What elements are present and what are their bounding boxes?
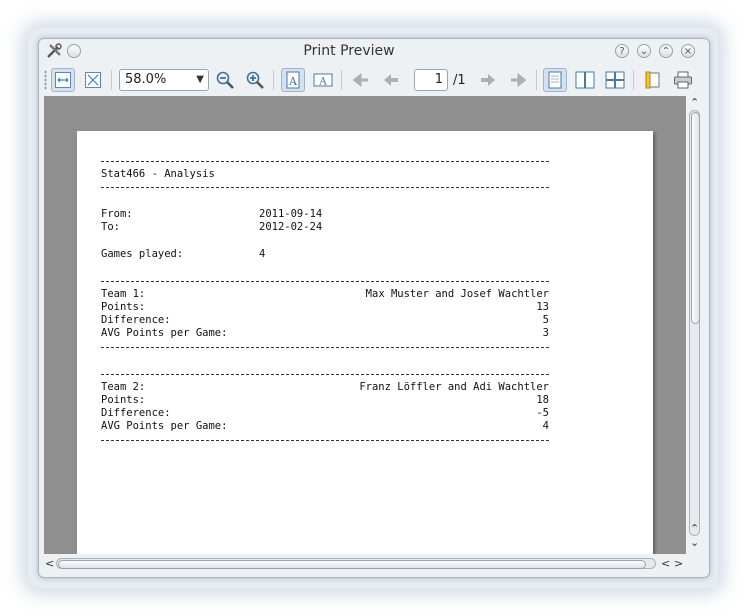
- team1-names: Max Muster and Josef Wachtler: [365, 288, 549, 300]
- team2-points-label: Points:: [101, 394, 146, 406]
- last-page-icon: [511, 72, 527, 88]
- scroll-up-icon[interactable]: ⌃: [690, 97, 699, 109]
- horizontal-scrollbar[interactable]: < < >: [44, 555, 704, 573]
- svg-text:A: A: [318, 77, 327, 88]
- team1-label: Team 1:: [101, 288, 146, 300]
- scroll-up-icon[interactable]: ⌃: [690, 523, 699, 535]
- previous-page-icon: [384, 74, 398, 86]
- toolbar-grip[interactable]: [44, 70, 47, 90]
- team2-label: Team 2:: [101, 381, 146, 393]
- team2-difference-label: Difference:: [101, 407, 171, 419]
- zoom-value: 58.0%: [125, 72, 167, 87]
- last-page-button[interactable]: [506, 68, 530, 92]
- fit-page-icon: [85, 72, 101, 88]
- toolbar-separator: [341, 70, 342, 90]
- team1-points-label: Points:: [101, 301, 146, 313]
- fit-width-button[interactable]: [51, 68, 75, 92]
- games-played-label: Games played:: [101, 248, 184, 260]
- vertical-scrollbar[interactable]: ⌃ ⌃ ⌄: [686, 96, 704, 554]
- overview-icon: [605, 71, 625, 89]
- team1-difference: 5: [542, 314, 549, 326]
- scroll-left-icon[interactable]: <: [661, 558, 670, 570]
- page-total: /1: [453, 73, 466, 88]
- preview-area[interactable]: Stat466 - Analysis From: 2011-09-14 To: …: [44, 96, 686, 554]
- zoom-out-icon: [216, 71, 234, 89]
- team2-difference: -5: [536, 407, 549, 419]
- divider: [101, 187, 549, 188]
- portrait-icon: A: [286, 71, 300, 89]
- window-title: Print Preview: [303, 43, 395, 59]
- report-title: Stat466 - Analysis: [101, 168, 215, 180]
- zoom-in-icon: [246, 71, 264, 89]
- report-page: Stat466 - Analysis From: 2011-09-14 To: …: [77, 131, 653, 554]
- team2-avg: 4: [542, 420, 549, 432]
- next-page-button[interactable]: [476, 68, 500, 92]
- zoom-select[interactable]: 58.0% ▼: [119, 69, 209, 91]
- from-label: From:: [101, 208, 133, 220]
- close-button[interactable]: ×: [681, 44, 695, 58]
- current-page-field[interactable]: 1: [414, 69, 448, 91]
- first-page-button[interactable]: [349, 68, 373, 92]
- title-bar[interactable]: Print Preview ? ⌄ ⌃ ×: [39, 39, 709, 65]
- team1-points: 13: [536, 301, 549, 313]
- print-icon: [674, 71, 692, 89]
- from-value: 2011-09-14: [259, 208, 323, 220]
- fit-width-icon: [55, 72, 71, 88]
- team1-avg-label: AVG Points per Game:: [101, 327, 228, 339]
- team2-points: 18: [536, 394, 549, 406]
- next-page-icon: [481, 74, 495, 86]
- svg-text:A: A: [288, 75, 298, 88]
- team2-avg-label: AVG Points per Game:: [101, 420, 228, 432]
- toolbar-separator: [273, 70, 274, 90]
- horizontal-scroll-handle[interactable]: [58, 560, 646, 569]
- single-page-icon: [548, 71, 562, 89]
- zoom-out-button[interactable]: [213, 68, 237, 92]
- divider: [101, 281, 549, 282]
- single-page-button[interactable]: [543, 68, 567, 92]
- scroll-down-icon[interactable]: ⌄: [690, 537, 699, 549]
- divider: [101, 440, 549, 441]
- team1-difference-label: Difference:: [101, 314, 171, 326]
- scroll-left-icon[interactable]: <: [45, 558, 54, 570]
- chevron-down-icon: ▼: [196, 74, 204, 85]
- page-setup-icon: [645, 71, 660, 89]
- page-setup-button[interactable]: [641, 68, 665, 92]
- portrait-button[interactable]: A: [281, 68, 305, 92]
- help-button[interactable]: ?: [615, 44, 629, 58]
- print-button[interactable]: [671, 68, 695, 92]
- toolbar-separator: [633, 70, 634, 90]
- scroll-right-icon[interactable]: >: [674, 558, 683, 570]
- team1-avg: 3: [542, 327, 549, 339]
- vertical-scroll-handle[interactable]: [691, 112, 700, 324]
- first-page-icon: [352, 72, 368, 88]
- overview-button[interactable]: [603, 68, 627, 92]
- minimize-button[interactable]: ⌄: [637, 44, 651, 58]
- toolbar: 58.0% ▼ A A 1 /1: [39, 65, 709, 95]
- zoom-in-button[interactable]: [243, 68, 267, 92]
- team2-names: Franz Löffler and Adi Wachtler: [359, 381, 549, 393]
- maximize-button[interactable]: ⌃: [659, 44, 673, 58]
- divider: [101, 161, 549, 162]
- landscape-button[interactable]: A: [311, 68, 335, 92]
- toolbar-separator: [111, 70, 112, 90]
- fit-page-button[interactable]: [81, 68, 105, 92]
- horizontal-scroll-groove[interactable]: [56, 558, 656, 569]
- divider: [101, 347, 549, 348]
- divider: [101, 374, 549, 375]
- print-preview-window: Print Preview ? ⌄ ⌃ × 58.0% ▼ A A 1 /1 S…: [38, 38, 710, 578]
- vertical-scroll-groove[interactable]: [689, 110, 700, 536]
- to-value: 2012-02-24: [259, 221, 323, 233]
- to-label: To:: [101, 221, 120, 233]
- landscape-icon: A: [313, 73, 333, 88]
- toolbar-separator: [536, 70, 537, 90]
- facing-pages-icon: [575, 71, 595, 89]
- games-played-value: 4: [259, 248, 266, 260]
- facing-pages-button[interactable]: [573, 68, 597, 92]
- previous-page-button[interactable]: [379, 68, 403, 92]
